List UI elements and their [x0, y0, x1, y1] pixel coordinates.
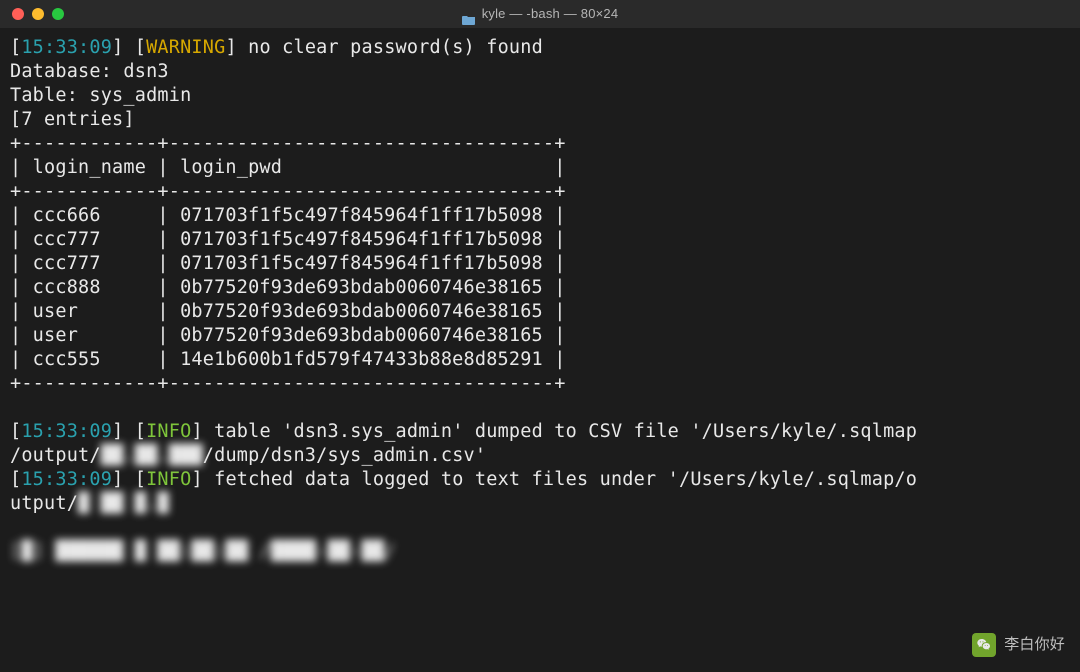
table-row: | ccc888 | 0b77520f93de693bdab0060746e38…	[10, 277, 566, 298]
titlebar: kyle — -bash — 80×24	[0, 0, 1080, 28]
file-path: /output/	[10, 445, 101, 466]
terminal-body[interactable]: [15:33:09] [WARNING] no clear password(s…	[0, 28, 1080, 564]
log-level-warning: WARNING	[146, 37, 225, 58]
log-level-info: INFO	[146, 421, 191, 442]
table-row: | ccc555 | 14e1b600b1fd579f47433b88e8d85…	[10, 349, 566, 370]
log-text: fetched data logged to text files under …	[214, 469, 679, 490]
table-header: | login_name | login_pwd |	[10, 157, 566, 178]
file-path: utput/	[10, 493, 78, 514]
file-path: /Users/kyle/.sqlmap/o	[679, 469, 917, 490]
window-title: kyle — -bash — 80×24	[0, 2, 1080, 26]
minimize-icon[interactable]	[32, 8, 44, 20]
redacted-prompt: [█] ██████ █ ██:██:██ /████-██-██/	[10, 541, 396, 562]
table-row: | user | 0b77520f93de693bdab0060746e3816…	[10, 301, 566, 322]
watermark: 李白你好	[972, 633, 1065, 657]
timestamp: 15:33:09	[21, 469, 112, 490]
folder-icon	[462, 9, 476, 20]
file-path: /dump/dsn3/sys_admin.csv'	[203, 445, 486, 466]
log-text: ' dumped to CSV file '	[452, 421, 701, 442]
table-name: sys_admin	[89, 85, 191, 106]
watermark-text: 李白你好	[1004, 633, 1065, 657]
table-row: | ccc666 | 071703f1f5c497f845964f1ff17b5…	[10, 205, 566, 226]
wechat-icon	[972, 633, 996, 657]
table-border: +------------+--------------------------…	[10, 181, 566, 202]
close-icon[interactable]	[12, 8, 24, 20]
table-row: | user | 0b77520f93de693bdab0060746e3816…	[10, 325, 566, 346]
log-level-info: INFO	[146, 469, 191, 490]
redacted-text: █ ██ █.█	[78, 493, 169, 514]
window-title-text: kyle — -bash — 80×24	[482, 2, 619, 26]
terminal-window: kyle — -bash — 80×24 [15:33:09] [WARNING…	[0, 0, 1080, 672]
table-border: +------------+--------------------------…	[10, 133, 566, 154]
zoom-icon[interactable]	[52, 8, 64, 20]
table-label: Table:	[10, 85, 78, 106]
table-border: +------------+--------------------------…	[10, 373, 566, 394]
traffic-lights	[0, 8, 64, 20]
entries-count: [7 entries]	[10, 109, 135, 130]
timestamp: 15:33:09	[21, 421, 112, 442]
table-ref: dsn3.sys_admin	[294, 421, 453, 442]
db-label: Database:	[10, 61, 112, 82]
redacted-text: ██.██.███	[101, 445, 203, 466]
timestamp: 15:33:09	[21, 37, 112, 58]
table-row: | ccc777 | 071703f1f5c497f845964f1ff17b5…	[10, 253, 566, 274]
db-name: dsn3	[123, 61, 168, 82]
file-path: /Users/kyle/.sqlmap	[702, 421, 917, 442]
log-message: no clear password(s) found	[248, 37, 543, 58]
table-row: | ccc777 | 071703f1f5c497f845964f1ff17b5…	[10, 229, 566, 250]
log-text: table '	[214, 421, 293, 442]
